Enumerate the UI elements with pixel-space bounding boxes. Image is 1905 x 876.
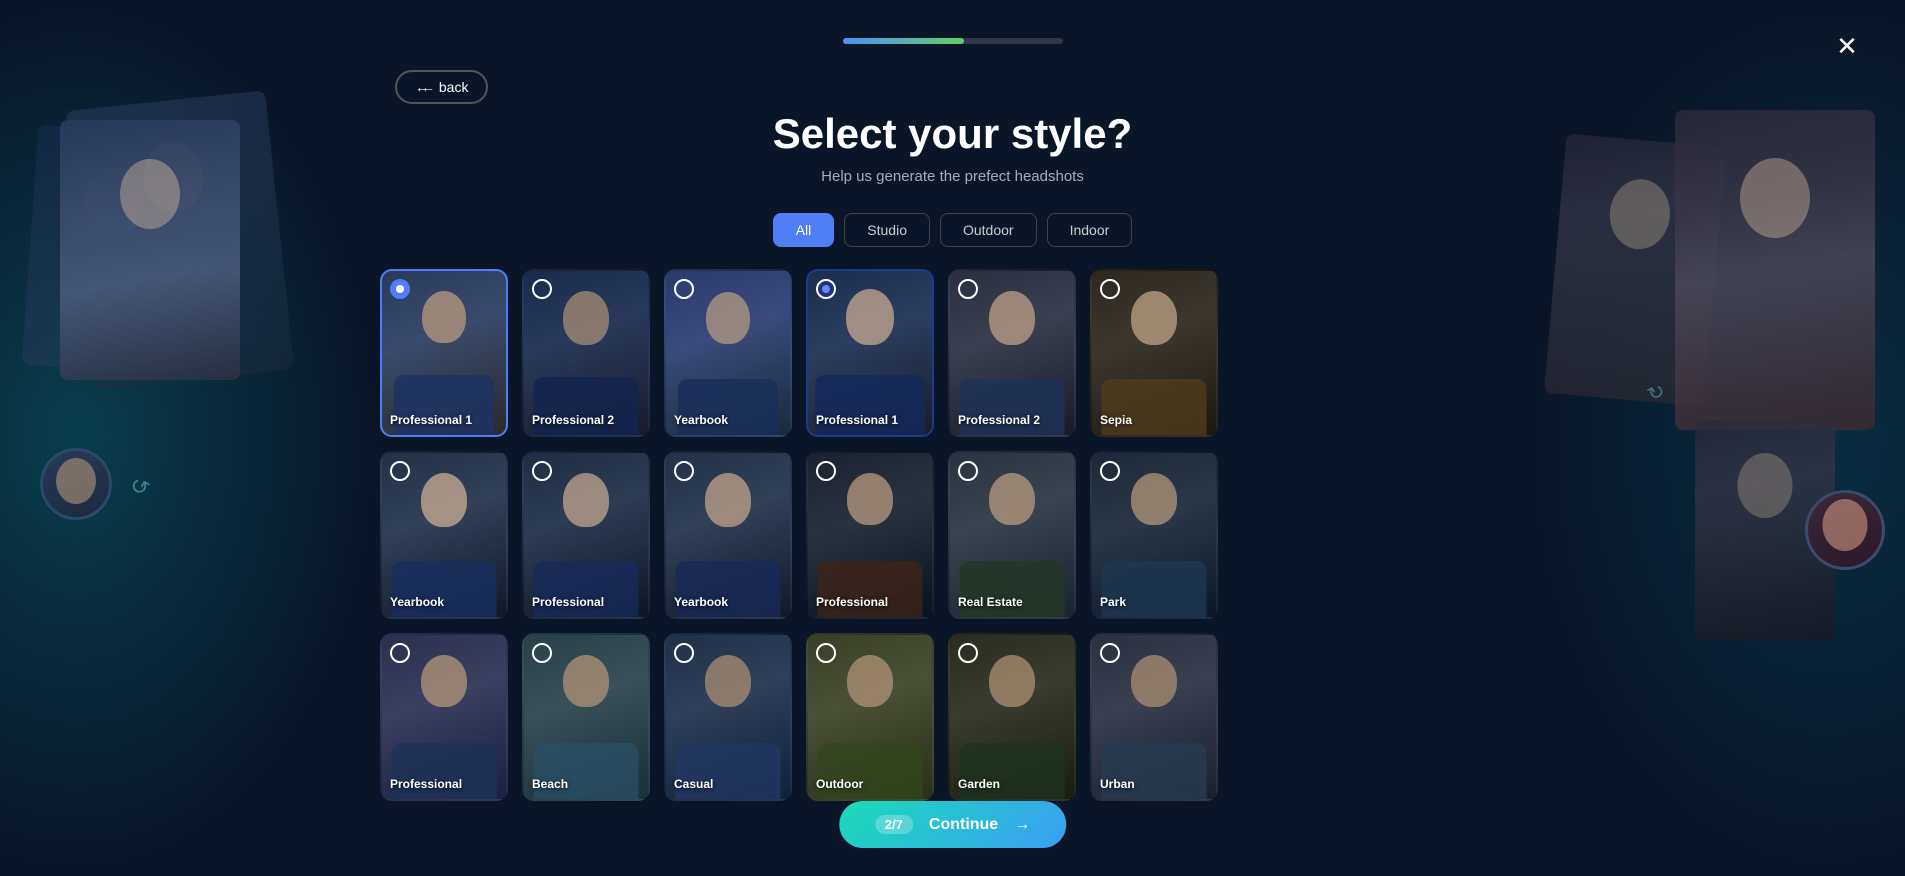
card-label-3: Yearbook bbox=[674, 413, 728, 427]
card-label-13: Professional bbox=[390, 777, 462, 791]
continue-btn-wrap: 2/7 Continue → bbox=[839, 801, 1066, 848]
radio-professional-female2 bbox=[532, 461, 552, 481]
deco-right-circle bbox=[1805, 490, 1885, 570]
style-card-yearbook-female1[interactable]: Yearbook bbox=[380, 451, 508, 619]
step-total: 7 bbox=[896, 817, 903, 832]
card-label-18: Urban bbox=[1100, 777, 1135, 791]
radio-urban bbox=[1100, 643, 1120, 663]
style-card-real-estate[interactable]: Real Estate bbox=[948, 451, 1076, 619]
close-button[interactable]: ✕ bbox=[1829, 28, 1865, 64]
style-card-professional-female2[interactable]: Professional bbox=[522, 451, 650, 619]
card-label-1: Professional 1 bbox=[390, 413, 472, 427]
radio-casual bbox=[674, 643, 694, 663]
card-label-2: Professional 2 bbox=[532, 413, 614, 427]
card-label-17: Garden bbox=[958, 777, 1000, 791]
card-label-7: Yearbook bbox=[390, 595, 444, 609]
style-card-professional-outdoor[interactable]: Professional bbox=[380, 633, 508, 801]
radio-professional-outdoor bbox=[390, 643, 410, 663]
style-card-casual[interactable]: Casual bbox=[664, 633, 792, 801]
style-card-professional-male2[interactable]: Professional bbox=[806, 451, 934, 619]
radio-real-estate bbox=[958, 461, 978, 481]
filter-tab-outdoor[interactable]: Outdoor bbox=[940, 213, 1037, 247]
card-label-4: Professional 1 bbox=[816, 413, 898, 427]
style-card-park[interactable]: Park bbox=[1090, 451, 1218, 619]
deco-left-arrow: ↺ bbox=[125, 471, 154, 503]
radio-professional-male2 bbox=[816, 461, 836, 481]
card-label-16: Outdoor bbox=[816, 777, 863, 791]
radio-yearbook-female1 bbox=[390, 461, 410, 481]
style-card-professional1-female[interactable]: Professional 1 bbox=[806, 269, 934, 437]
card-label-14: Beach bbox=[532, 777, 568, 791]
card-label-15: Casual bbox=[674, 777, 713, 791]
deco-left-circle bbox=[40, 448, 112, 520]
continue-button[interactable]: 2/7 Continue → bbox=[839, 801, 1066, 848]
step-current: 2 bbox=[885, 817, 892, 832]
continue-label: Continue bbox=[929, 816, 998, 834]
card-label-5: Professional 2 bbox=[958, 413, 1040, 427]
style-card-garden[interactable]: Garden bbox=[948, 633, 1076, 801]
radio-sepia bbox=[1100, 279, 1120, 299]
style-card-urban[interactable]: Urban bbox=[1090, 633, 1218, 801]
filter-tabs: All Studio Outdoor Indoor bbox=[773, 213, 1133, 247]
filter-tab-studio[interactable]: Studio bbox=[844, 213, 930, 247]
radio-garden bbox=[958, 643, 978, 663]
radio-yearbook-female2 bbox=[674, 461, 694, 481]
card-label-11: Real Estate bbox=[958, 595, 1023, 609]
filter-tab-all[interactable]: All bbox=[773, 213, 835, 247]
card-label-10: Professional bbox=[816, 595, 888, 609]
style-card-professional2-female[interactable]: Professional 2 bbox=[948, 269, 1076, 437]
card-label-6: Sepia bbox=[1100, 413, 1132, 427]
radio-professional1-male bbox=[390, 279, 410, 299]
style-card-yearbook-male[interactable]: Yearbook bbox=[664, 269, 792, 437]
page-title: Select your style? bbox=[773, 110, 1132, 158]
page-subtitle: Help us generate the prefect headshots bbox=[821, 168, 1084, 185]
card-label-12: Park bbox=[1100, 595, 1126, 609]
style-card-professional2-male[interactable]: Professional 2 bbox=[522, 269, 650, 437]
deco-left-collage: ↺ bbox=[20, 100, 360, 580]
continue-arrow-icon: → bbox=[1014, 816, 1030, 834]
radio-yearbook-male bbox=[674, 279, 694, 299]
style-card-yearbook-female2[interactable]: Yearbook bbox=[664, 451, 792, 619]
deco-right-main bbox=[1675, 110, 1875, 430]
radio-professional2-female bbox=[958, 279, 978, 299]
radio-beach bbox=[532, 643, 552, 663]
style-grid: Professional 1 Professional 2 Yearbook P… bbox=[380, 269, 1525, 801]
radio-outdoor bbox=[816, 643, 836, 663]
step-indicator: 2/7 bbox=[875, 815, 913, 834]
card-label-8: Professional bbox=[532, 595, 604, 609]
card-label-9: Yearbook bbox=[674, 595, 728, 609]
radio-park bbox=[1100, 461, 1120, 481]
style-card-beach[interactable]: Beach bbox=[522, 633, 650, 801]
radio-professional2-male bbox=[532, 279, 552, 299]
radio-professional1-female bbox=[816, 279, 836, 299]
main-content: Select your style? Help us generate the … bbox=[380, 0, 1525, 801]
style-card-professional1-male[interactable]: Professional 1 bbox=[380, 269, 508, 437]
deco-right-collage: ↻ bbox=[1535, 100, 1895, 600]
deco-left-main bbox=[60, 120, 240, 380]
style-card-sepia[interactable]: Sepia bbox=[1090, 269, 1218, 437]
filter-tab-indoor[interactable]: Indoor bbox=[1047, 213, 1133, 247]
style-card-outdoor[interactable]: Outdoor bbox=[806, 633, 934, 801]
